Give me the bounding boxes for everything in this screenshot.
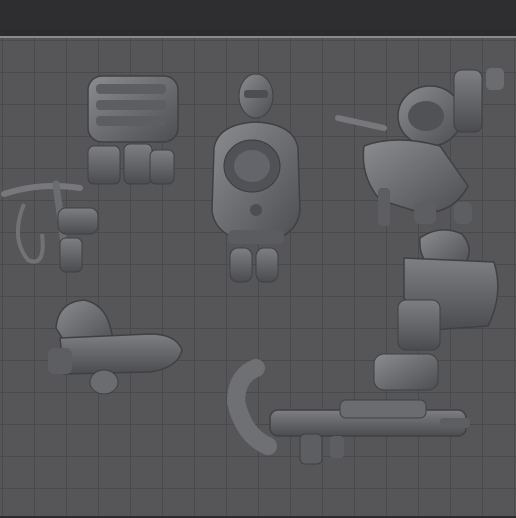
- toolbar: [0, 0, 516, 30]
- head-part[interactable]: [238, 73, 274, 119]
- 3d-viewport[interactable]: [0, 36, 516, 516]
- arm-gauntlet-left-part[interactable]: [48, 299, 183, 395]
- torso-part[interactable]: [211, 121, 301, 283]
- arm-gauntlet-right-part[interactable]: [373, 229, 499, 391]
- model-canvas[interactable]: [0, 38, 516, 518]
- pickaxe-rope-part[interactable]: [1, 180, 99, 273]
- kneeling-soldier-part[interactable]: [335, 68, 504, 226]
- backpack-part[interactable]: [87, 75, 179, 185]
